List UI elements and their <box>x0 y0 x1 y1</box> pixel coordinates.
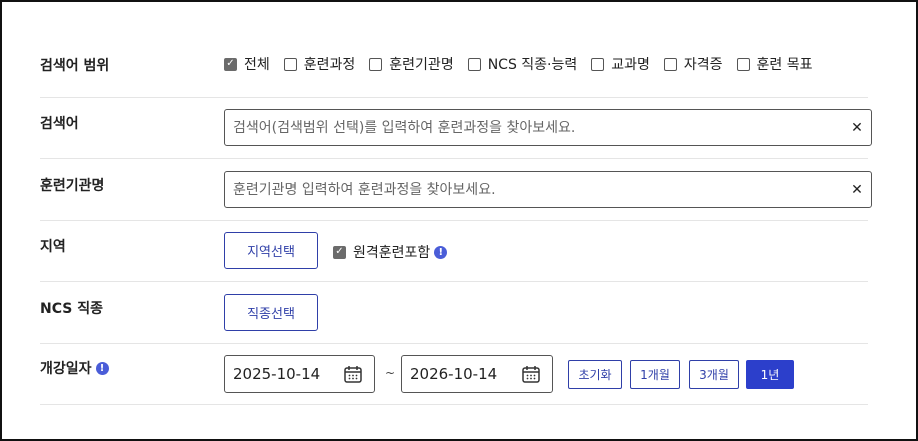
scope-option-all[interactable]: ✓ 전체 <box>224 54 270 74</box>
three-month-label: 3개월 <box>699 368 729 382</box>
scope-option-label: 훈련과정 <box>303 57 356 73</box>
institution-field[interactable]: ✕ <box>224 171 872 208</box>
checkbox[interactable] <box>736 57 750 71</box>
institution-label-text: 훈련기관명 <box>40 178 105 194</box>
scope-option-subject[interactable]: 교과명 <box>591 54 650 74</box>
institution-label: 훈련기관명 <box>40 175 104 195</box>
region-label-text: 지역 <box>40 239 66 255</box>
institution-row: 훈련기관명 ✕ <box>40 159 872 221</box>
one-year-label: 1년 <box>760 368 780 382</box>
calendar-icon[interactable] <box>343 364 363 384</box>
reset-date-label: 초기화 <box>578 368 612 382</box>
clear-icon[interactable]: ✕ <box>843 182 871 198</box>
institution-input[interactable] <box>233 181 843 198</box>
ncs-label: NCS 직종 <box>40 298 103 318</box>
scope-option-label: 훈련기관명 <box>389 57 454 73</box>
checkbox[interactable] <box>591 57 605 71</box>
checkbox[interactable] <box>467 57 481 71</box>
keyword-label: 검색어 <box>40 113 79 133</box>
scope-option-institution[interactable]: 훈련기관명 <box>369 54 454 74</box>
end-date-value: 2026-10-14 <box>410 365 498 383</box>
one-month-label: 1개월 <box>640 368 670 382</box>
scope-label: 검색어 범위 <box>40 55 109 75</box>
end-date-field[interactable]: 2026-10-14 <box>401 355 553 393</box>
three-month-button[interactable]: 3개월 <box>689 360 739 389</box>
scope-options: ✓ 전체 훈련과정 훈련기관명 NCS 직종·능력 교과명 자격증 훈련 목표 <box>224 52 827 76</box>
region-row: 지역 지역선택 ✓ 원격훈련포함 ! <box>40 221 868 282</box>
calendar-icon[interactable] <box>521 364 541 384</box>
checkbox[interactable] <box>369 57 383 71</box>
ncs-select-button[interactable]: 직종선택 <box>224 294 318 331</box>
info-icon[interactable]: ! <box>95 361 109 375</box>
info-icon[interactable]: ! <box>434 245 448 259</box>
scope-option-label: NCS 직종·능력 <box>487 57 578 73</box>
keyword-field[interactable]: ✕ <box>224 109 872 146</box>
date-separator: ~ <box>385 366 396 380</box>
check-icon[interactable]: ✓ <box>224 57 237 71</box>
scope-option-course[interactable]: 훈련과정 <box>283 54 356 74</box>
scope-option-goal[interactable]: 훈련 목표 <box>736 54 813 74</box>
scope-option-ncs[interactable]: NCS 직종·능력 <box>467 54 578 74</box>
remote-training-checkbox[interactable]: ✓ 원격훈련포함 ! <box>333 242 448 262</box>
scope-option-label: 자격증 <box>683 57 723 73</box>
keyword-row: 검색어 ✕ <box>40 98 872 159</box>
date-label: 개강일자 ! <box>40 358 109 378</box>
scope-row: 검색어 범위 ✓ 전체 훈련과정 훈련기관명 NCS 직종·능력 교과명 자격증… <box>40 52 868 98</box>
ncs-label-text: NCS 직종 <box>40 301 103 317</box>
date-row: 개강일자 ! 2025-10-14 ~ 2026-10-14 초기화 1개월 3… <box>40 344 868 405</box>
region-label: 지역 <box>40 236 66 256</box>
keyword-label-text: 검색어 <box>40 116 79 132</box>
reset-date-button[interactable]: 초기화 <box>568 360 622 389</box>
check-icon[interactable]: ✓ <box>333 245 346 259</box>
date-label-text: 개강일자 <box>40 361 92 377</box>
start-date-field[interactable]: 2025-10-14 <box>224 355 375 393</box>
scope-label-text: 검색어 범위 <box>40 58 110 74</box>
clear-icon[interactable]: ✕ <box>843 120 871 136</box>
one-month-button[interactable]: 1개월 <box>630 360 680 389</box>
checkbox[interactable] <box>283 57 297 71</box>
start-date-value: 2025-10-14 <box>233 365 321 383</box>
region-select-label: 지역선택 <box>247 245 295 260</box>
one-year-button[interactable]: 1년 <box>746 360 794 389</box>
scope-option-label: 교과명 <box>611 57 650 73</box>
scope-option-certificate[interactable]: 자격증 <box>663 54 723 74</box>
search-filter-panel: 검색어 범위 ✓ 전체 훈련과정 훈련기관명 NCS 직종·능력 교과명 자격증… <box>0 0 918 441</box>
checkbox[interactable] <box>663 57 677 71</box>
scope-option-label: 훈련 목표 <box>756 57 813 73</box>
remote-training-label: 원격훈련포함 <box>353 245 431 261</box>
ncs-row: NCS 직종 직종선택 <box>40 282 868 344</box>
keyword-input[interactable] <box>233 119 843 136</box>
scope-option-label: 전체 <box>244 57 270 73</box>
region-select-button[interactable]: 지역선택 <box>224 232 318 269</box>
ncs-select-label: 직종선택 <box>247 307 295 322</box>
